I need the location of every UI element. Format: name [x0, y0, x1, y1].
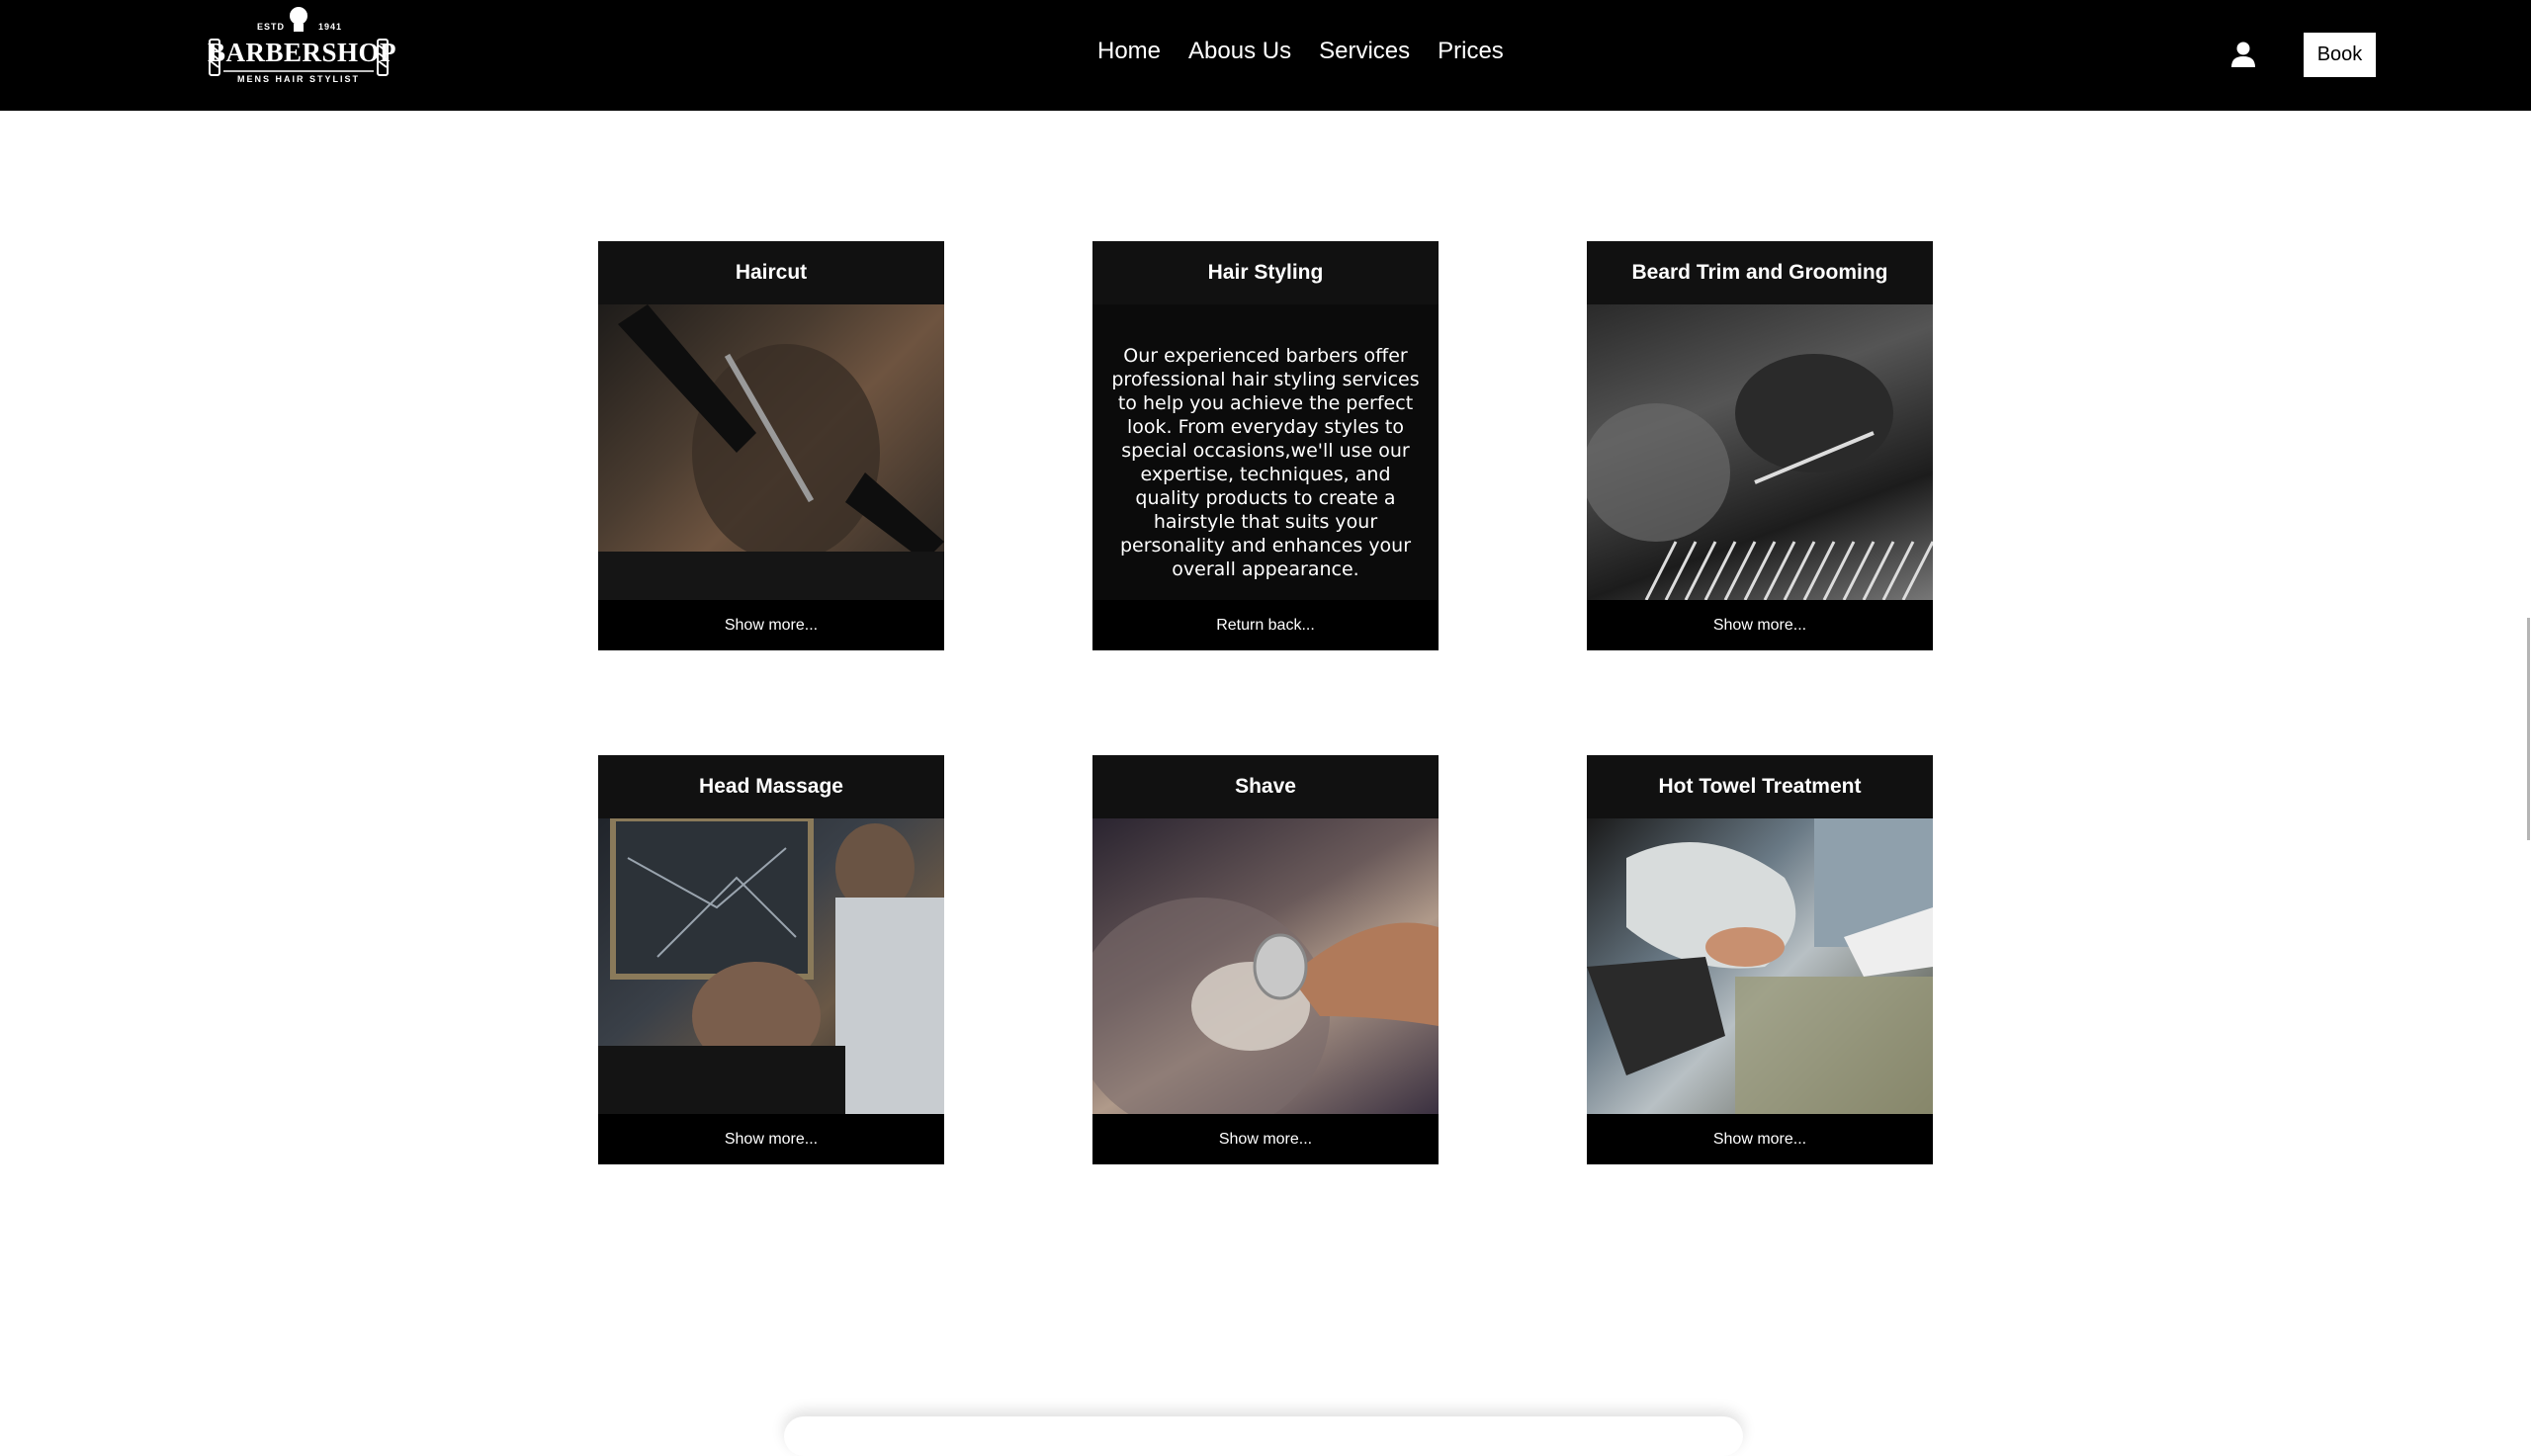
show-more-link[interactable]: Show more... [1587, 600, 1933, 650]
scrollbar-thumb[interactable] [2527, 618, 2530, 840]
card-title: Hair Styling [1207, 261, 1324, 284]
return-back-link[interactable]: Return back... [1092, 600, 1439, 650]
service-card-hot-towel: Hot Towel Treatment Show more... [1587, 755, 1933, 1164]
card-title: Beard Trim and Grooming [1631, 261, 1888, 284]
card-description: Our experienced barbers offer profession… [1092, 304, 1439, 600]
shave-photo [1092, 818, 1439, 1135]
bottom-panel [784, 1416, 1743, 1456]
show-more-link[interactable]: Show more... [1092, 1114, 1439, 1164]
nav-about-us[interactable]: Abous Us [1188, 38, 1291, 65]
logo-wordmark: BARBERSHOP [208, 38, 397, 67]
service-card-haircut: Haircut Show more... [598, 241, 944, 650]
card-title: Haircut [735, 261, 808, 284]
beard-trim-photo [1587, 304, 1933, 601]
show-more-link[interactable]: Show more... [1587, 1114, 1933, 1164]
nav-prices[interactable]: Prices [1438, 38, 1504, 65]
service-card-shave: Shave Show more... [1092, 755, 1439, 1164]
barbershop-logo[interactable]: ESTD 1941 BARBERSHOP MENS HAIR STYLIST [208, 2, 397, 89]
logo-tagline: MENS HAIR STYLIST [236, 74, 360, 84]
main-nav: Home Abous Us Services Prices [1097, 38, 1504, 65]
site-header: ESTD 1941 BARBERSHOP MENS HAIR STYLIST H… [0, 0, 2531, 111]
service-card-beard-trim: Beard Trim and Grooming Show more... [1587, 241, 1933, 650]
user-icon[interactable] [2230, 41, 2256, 68]
hot-towel-photo [1587, 818, 1933, 1114]
logo-estd: ESTD [257, 22, 286, 32]
service-card-hair-styling: Hair Styling Our experienced barbers off… [1092, 241, 1439, 650]
haircut-photo [598, 304, 944, 600]
service-card-head-massage: Head Massage Show more... [598, 755, 944, 1164]
card-title: Shave [1235, 775, 1296, 798]
card-title: Head Massage [699, 775, 843, 798]
show-more-link[interactable]: Show more... [598, 1114, 944, 1164]
nav-home[interactable]: Home [1097, 38, 1161, 65]
head-massage-photo [598, 815, 944, 1114]
card-title: Hot Towel Treatment [1658, 775, 1862, 798]
show-more-link[interactable]: Show more... [598, 600, 944, 650]
book-button[interactable]: Book [2304, 33, 2376, 77]
nav-services[interactable]: Services [1319, 38, 1410, 65]
logo-year: 1941 [318, 22, 343, 32]
